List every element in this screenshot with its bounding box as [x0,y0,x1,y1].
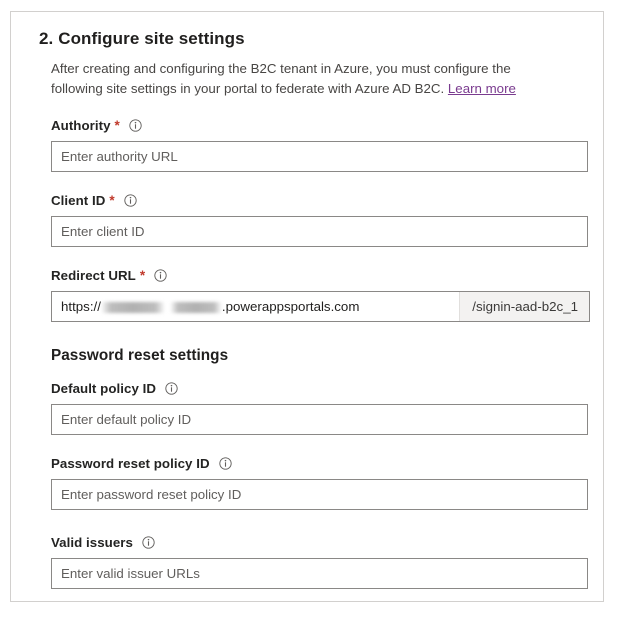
redirect-url-domain-suffix: .powerappsportals.com [221,299,360,314]
valid-issuers-label: Valid issuers [51,534,133,550]
redirect-url-path-suffix: /signin-aad-b2c_1 [459,292,589,321]
client-id-required-asterisk: * [109,193,115,209]
learn-more-link[interactable]: Learn more [448,81,516,96]
authority-label: Authority [51,117,111,133]
info-icon[interactable] [142,535,155,549]
field-label-row-client-id: Client ID * [51,190,577,210]
field-label-row-authority: Authority * [51,115,577,135]
section-description: After creating and configuring the B2C t… [51,59,559,99]
password-reset-section-heading: Password reset settings [51,347,229,364]
field-valid-issuers: Valid issuers [51,532,588,589]
info-icon[interactable] [154,268,167,282]
redirect-url-value[interactable]: https:// .powerappsportals.com [52,292,459,321]
password-reset-policy-id-input[interactable] [51,479,588,510]
redacted-domain-part-2 [170,302,221,313]
field-redirect-url: Redirect URL * https:// .powerappsportals… [51,265,590,322]
field-label-row-password-reset-policy-id: Password reset policy ID [51,453,577,473]
info-icon[interactable] [218,456,232,470]
configure-site-settings-card: 2. Configure site settings After creatin… [10,11,604,602]
info-icon[interactable] [165,381,178,395]
field-label-row-valid-issuers: Valid issuers [51,532,577,552]
default-policy-id-label: Default policy ID [51,380,157,396]
redirect-url-scheme: https:// [61,299,101,314]
valid-issuers-input[interactable] [51,558,588,589]
redirect-url-required-asterisk: * [139,268,146,284]
redirect-url-label: Redirect URL [51,267,136,283]
field-password-reset-policy-id: Password reset policy ID [51,453,588,510]
field-client-id: Client ID * [51,190,588,247]
password-reset-policy-id-label: Password reset policy ID [51,455,210,471]
default-policy-id-input[interactable] [51,404,588,435]
info-icon[interactable] [129,118,142,132]
client-id-label: Client ID [51,192,106,208]
authority-input[interactable] [51,141,588,172]
info-icon[interactable] [124,193,137,207]
authority-required-asterisk: * [114,118,120,134]
field-label-row-redirect-url: Redirect URL * [51,265,577,285]
redacted-domain-part-1 [101,302,164,313]
page-title: 2. Configure site settings [39,29,245,48]
redirect-url-input[interactable]: https:// .powerappsportals.com /signin-aa… [51,291,590,322]
field-default-policy-id: Default policy ID [51,378,588,435]
field-label-row-default-policy-id: Default policy ID [51,378,577,398]
client-id-input[interactable] [51,216,588,247]
field-authority: Authority * [51,115,588,172]
section-description-text: After creating and configuring the B2C t… [51,61,511,96]
